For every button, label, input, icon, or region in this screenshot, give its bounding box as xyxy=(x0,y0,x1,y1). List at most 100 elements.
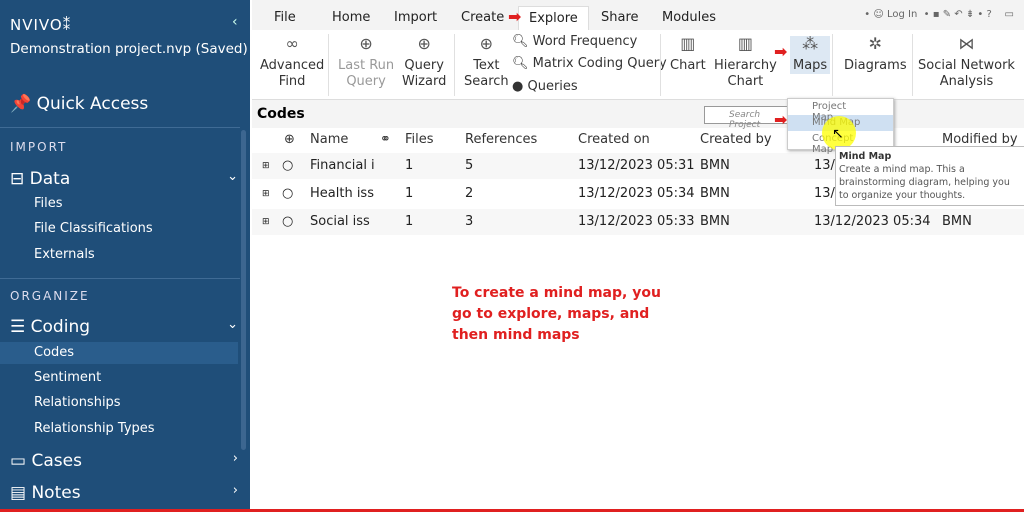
cell-name: Social iss xyxy=(310,214,370,229)
search-icon: ⊕ xyxy=(479,34,494,53)
red-arrow-icon: ➡ xyxy=(774,42,788,61)
cell-files: 1 xyxy=(405,214,414,229)
sidebar-item-externals[interactable]: Externals xyxy=(34,247,95,262)
user-icon: ☺ xyxy=(873,9,884,20)
tab-file[interactable]: File xyxy=(274,10,296,25)
edit-icon[interactable]: ✎ xyxy=(943,9,951,20)
comment-icon[interactable]: ▭ xyxy=(1005,9,1014,20)
tab-share[interactable]: Share xyxy=(601,10,639,25)
data-label: Data xyxy=(29,169,71,189)
help-icon[interactable]: ? xyxy=(987,9,992,20)
import-section: IMPORT xyxy=(10,140,68,154)
chevron-down-icon: ⌄ xyxy=(227,169,238,184)
radio-icon[interactable]: ○ xyxy=(282,186,293,201)
bar-chart-icon: ▥ xyxy=(680,34,696,53)
pin-icon: 📌 xyxy=(10,94,32,114)
cell-refs: 3 xyxy=(465,214,474,229)
collapse-sidebar-icon[interactable]: ‹ xyxy=(232,14,238,30)
column-modified-by[interactable]: Modified by xyxy=(942,132,1018,147)
chevron-right-icon: › xyxy=(232,483,238,498)
top-toolbar: • ☺ Log In • ▪ ✎ ↶ ⇟ • ? ▭ xyxy=(864,9,1014,20)
main-area: File Home Import Create Explore Share Mo… xyxy=(252,0,1024,512)
cell-created: 13/12/2023 05:33 xyxy=(578,214,695,229)
label: Matrix Coding Query xyxy=(532,56,667,71)
column-files[interactable]: Files xyxy=(405,132,434,147)
cell-modified-on: 13/ xyxy=(814,186,835,201)
login-link[interactable]: Log In xyxy=(887,9,917,20)
tab-modules[interactable]: Modules xyxy=(662,10,716,25)
tab-create[interactable]: Create xyxy=(461,10,504,25)
sidebar-item-file-classifications[interactable]: File Classifications xyxy=(34,221,153,236)
tooltip: Mind Map Create a mind map. This a brains… xyxy=(835,146,1024,206)
table-row[interactable]: ⊞ ○ Social iss 1 3 13/12/2023 05:33 BMN 13/12/2… xyxy=(252,209,1024,235)
sidebar-group-cases[interactable]: ▭ Cases › xyxy=(10,451,238,471)
tab-import[interactable]: Import xyxy=(394,10,437,25)
label: Text xyxy=(473,58,500,73)
sidebar-scrollbar[interactable] xyxy=(241,130,246,450)
hierarchy-chart-button[interactable]: ▥ Hierarchy Chart xyxy=(714,36,777,90)
organize-section: ORGANIZE xyxy=(10,289,90,303)
cases-label: Cases xyxy=(31,451,82,471)
diagrams-button[interactable]: ✲ Diagrams xyxy=(844,36,907,74)
maps-button[interactable]: ⁂ Maps xyxy=(790,36,831,74)
sidebar-item-codes[interactable]: Codes xyxy=(0,342,238,364)
divider xyxy=(0,278,240,279)
advanced-find-button[interactable]: ∞ Advanced Find xyxy=(260,36,324,90)
more-icon[interactable]: ⇟ xyxy=(966,9,974,20)
expand-icon[interactable]: ⊞ xyxy=(262,161,270,171)
label: Last Run xyxy=(338,58,395,73)
sidebar-group-coding[interactable]: ☰ Coding ⌄ xyxy=(10,317,238,337)
mouse-pointer-icon: ↖ xyxy=(832,126,844,142)
cell-by: BMN xyxy=(700,214,730,229)
tab-home[interactable]: Home xyxy=(332,10,370,25)
notes-label: Notes xyxy=(31,483,81,503)
sidebar-group-data[interactable]: ⊟ Data ⌄ xyxy=(10,169,238,189)
column-created-by[interactable]: Created by xyxy=(700,132,772,147)
word-frequency-button[interactable]: 🔍︎ Word Frequency xyxy=(512,34,637,49)
last-run-query-button[interactable]: ⊕ Last Run Query xyxy=(338,36,394,90)
expand-icon[interactable]: ⊞ xyxy=(262,217,270,227)
sidebar-group-notes[interactable]: ▤ Notes › xyxy=(10,483,238,503)
binoculars-icon: ∞ xyxy=(285,34,299,53)
save-icon[interactable]: ▪ xyxy=(933,9,940,20)
matrix-coding-query-button[interactable]: 🔍︎ Matrix Coding Query xyxy=(512,56,667,71)
codes-title: Codes xyxy=(252,100,1024,128)
cell-name: Financial i xyxy=(310,158,375,173)
label: Word Frequency xyxy=(532,34,638,49)
cell-created: 13/12/2023 05:31 xyxy=(578,158,695,173)
chart-button[interactable]: ▥ Chart xyxy=(670,36,706,74)
tab-explore[interactable]: Explore xyxy=(518,6,589,30)
label: Query xyxy=(404,58,444,73)
sidebar: NVIVO⁑ Demonstration project.nvp (Saved)… xyxy=(0,0,250,512)
cell-name: Health iss xyxy=(310,186,374,201)
ribbon: ∞ Advanced Find ⊕ Last Run Query ⊕ Query Wizar… xyxy=(252,30,1024,100)
network-icon: ⋈ xyxy=(958,34,975,53)
column-created-on[interactable]: Created on xyxy=(578,132,650,147)
radio-icon[interactable]: ○ xyxy=(282,214,293,229)
sidebar-item-sentiment[interactable]: Sentiment xyxy=(34,370,101,385)
sidebar-item-relationship-types[interactable]: Relationship Types xyxy=(34,421,155,436)
nvivo-logo: NVIVO⁑ xyxy=(10,16,72,34)
query-wizard-button[interactable]: ⊕ Query Wizard xyxy=(402,36,446,90)
link-icon[interactable]: ⚭ xyxy=(380,132,391,147)
cell-modified-on: 13/ xyxy=(814,158,835,173)
label: Queries xyxy=(527,79,578,94)
social-network-analysis-button[interactable]: ⋈ Social Network Analysis xyxy=(918,36,1015,90)
label: Wizard xyxy=(402,74,447,89)
label: Find xyxy=(278,74,306,89)
quick-access[interactable]: 📌 Quick Access xyxy=(10,94,148,114)
label: Social Network xyxy=(918,58,1015,73)
divider xyxy=(328,34,329,96)
column-name[interactable]: Name xyxy=(310,132,348,147)
sidebar-item-relationships[interactable]: Relationships xyxy=(34,395,121,410)
text-search-button[interactable]: ⊕ Text Search xyxy=(464,36,509,90)
queries-button[interactable]: ● Queries xyxy=(512,79,578,94)
column-references[interactable]: References xyxy=(465,132,537,147)
label: Search xyxy=(464,74,509,89)
menu-item-project-map[interactable]: Project Map xyxy=(788,99,893,123)
sidebar-item-files[interactable]: Files xyxy=(34,196,63,211)
undo-icon[interactable]: ↶ xyxy=(954,9,962,20)
add-column-icon[interactable]: ⊕ xyxy=(284,132,295,147)
expand-icon[interactable]: ⊞ xyxy=(262,189,270,199)
radio-icon[interactable]: ○ xyxy=(282,158,293,173)
